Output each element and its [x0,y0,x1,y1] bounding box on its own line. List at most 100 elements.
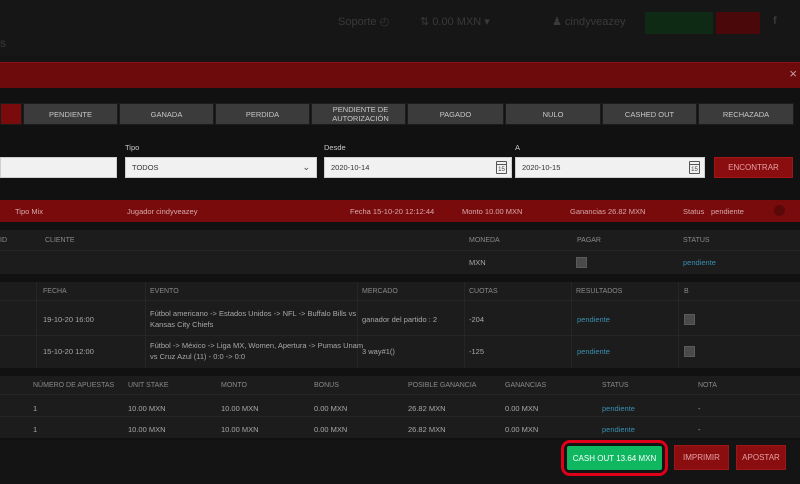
stake-bonus: 0.00 MXN [314,425,348,434]
stake-amount: 10.00 MXN [221,425,259,434]
col-header-resultados: RESULTADOS [576,288,623,295]
stakes-table [0,376,800,438]
col-header-bonus: BONUS [314,382,339,389]
col-header-ganancias: GANANCIAS [505,382,547,389]
tipo-select-value: TODOS [132,163,159,172]
deposit-button[interactable] [645,12,713,34]
id-search-input[interactable] [0,157,117,178]
client-currency: MXN [469,258,486,267]
desde-label: Desde [324,143,346,152]
event-name-line2: vs Cruz Azul (11) - 0:0 -> 0:0 [150,352,246,361]
chevron-down-icon: ⌄ [302,162,310,172]
modal-header: × [0,62,800,88]
bet-player: Jugador cindyveazey [127,207,198,216]
bet-status-label: Status [683,207,705,216]
tab-perdida[interactable]: PERDIDA [215,103,310,125]
desde-date-value: 2020-10-14 [331,163,370,172]
cashout-button[interactable]: CASH OUT 13.64 MXN [567,446,662,470]
bet-date: Fecha 15-10-20 12:12:44 [350,207,435,216]
event-result[interactable]: pendiente [577,347,610,356]
stake-status[interactable]: pendiente [602,425,635,434]
event-name-line2: Kansas City Chiefs [150,320,214,329]
tipo-label: Tipo [125,143,140,152]
stake-bonus: 0.00 MXN [314,404,348,413]
stake-note: - [698,404,701,413]
stake-unit: 10.00 MXN [128,425,166,434]
stake-status[interactable]: pendiente [602,404,635,413]
a-label: A [515,143,521,152]
tab-all[interactable] [0,103,22,125]
tab-pagado[interactable]: PAGADO [407,103,504,125]
col-header-fecha: FECHA [43,288,67,295]
stake-note: - [698,425,701,434]
col-header-evento: EVENTO [150,288,179,295]
calendar-icon[interactable]: 15 [496,161,507,174]
col-header-status: STATUS [683,237,710,244]
bet-summary-bar: Tipo Mix Jugador cindyveazey Fecha 15-10… [0,200,800,222]
event-checkbox[interactable] [684,346,695,357]
tipo-select[interactable]: TODOS ⌄ [125,157,317,178]
pay-checkbox[interactable] [576,257,587,268]
stake-possible-win: 26.82 MXN [408,425,446,434]
desde-date-input[interactable]: 2020-10-14 15 [324,157,512,178]
event-name-line1: Fútbol americano -> Estados Unidos -> NF… [150,309,357,318]
tab-pendiente[interactable]: PENDIENTE [23,103,118,125]
event-odds: -204 [469,315,485,324]
col-header-moneda: MONEDA [469,237,500,244]
stake-count: 1 [33,425,38,434]
balance-display: ⇅ 0.00 MXN ▾ [420,16,490,28]
tab-cashed-out[interactable]: CASHED OUT [602,103,697,125]
col-header-cliente: CLIENTE [45,237,75,244]
col-header-cuotas: CUOTAS [469,288,498,295]
col-header-monto: MONTO [221,382,247,389]
tab-ganada[interactable]: GANADA [119,103,214,125]
stake-amount: 10.00 MXN [221,404,259,413]
col-header-nota: NOTA [698,382,717,389]
tab-nulo[interactable]: NULO [505,103,601,125]
a-date-input[interactable]: 2020-10-15 15 [515,157,705,178]
search-button[interactable]: ENCONTRAR [714,157,793,178]
bet-button[interactable]: APOSTAR [736,445,786,470]
client-status[interactable]: pendiente [683,258,716,267]
page-title-fragment: s [0,36,6,50]
stake-winnings: 0.00 MXN [505,404,539,413]
col-header-num-apuestas: NÚMERO DE APUESTAS [33,382,115,389]
user-menu[interactable]: ♟ cindyveazey [552,15,625,28]
support-link[interactable]: Soporte ◴ [338,15,389,28]
tab-rechazada[interactable]: RECHAZADA [698,103,794,125]
col-header-unit-stake: UNIT STAKE [128,382,169,389]
tab-pendiente-autorizacion[interactable]: PENDIENTE DE AUTORIZACIÓN [311,103,406,125]
bet-amount: Monto 10.00 MXN [462,207,523,216]
event-date: 19-10-20 16:00 [43,315,94,324]
facebook-icon[interactable]: f [773,15,777,27]
stake-possible-win: 26.82 MXN [408,404,446,413]
event-name-line1: Fútbol -> México -> Liga MX, Women, Aper… [150,341,364,350]
event-result[interactable]: pendiente [577,315,610,324]
event-checkbox[interactable] [684,314,695,325]
top-header: Soporte ◴ ⇅ 0.00 MXN ▾ ♟ cindyveazey f s [0,0,800,56]
col-header-posible-ganancia: POSIBLE GANANCIA [408,382,477,389]
col-header-pagar: PAGAR [577,237,601,244]
col-header-b: B [684,288,689,295]
bet-type: Tipo Mix [15,207,44,216]
event-market: ganador del partido : 2 [362,315,438,324]
client-table [0,230,800,274]
col-header-id: ID [0,237,7,244]
stake-unit: 10.00 MXN [128,404,166,413]
collapse-icon[interactable] [774,205,785,216]
bet-status-value: pendiente [711,207,744,216]
col-header-mercado: MERCADO [362,288,398,295]
calendar-icon[interactable]: 15 [689,161,700,174]
a-date-value: 2020-10-15 [522,163,561,172]
stake-count: 1 [33,404,38,413]
event-date: 15-10-20 12:00 [43,347,94,356]
logout-button[interactable] [716,12,760,34]
event-market: 3 way#1() [362,347,395,356]
col-header-status: STATUS [602,382,629,389]
event-odds: -125 [469,347,485,356]
bet-winnings: Ganancias 26.82 MXN [570,207,646,216]
events-table [0,282,800,368]
close-icon[interactable]: × [789,66,797,81]
print-button[interactable]: IMPRIMIR [674,445,729,470]
stake-winnings: 0.00 MXN [505,425,539,434]
